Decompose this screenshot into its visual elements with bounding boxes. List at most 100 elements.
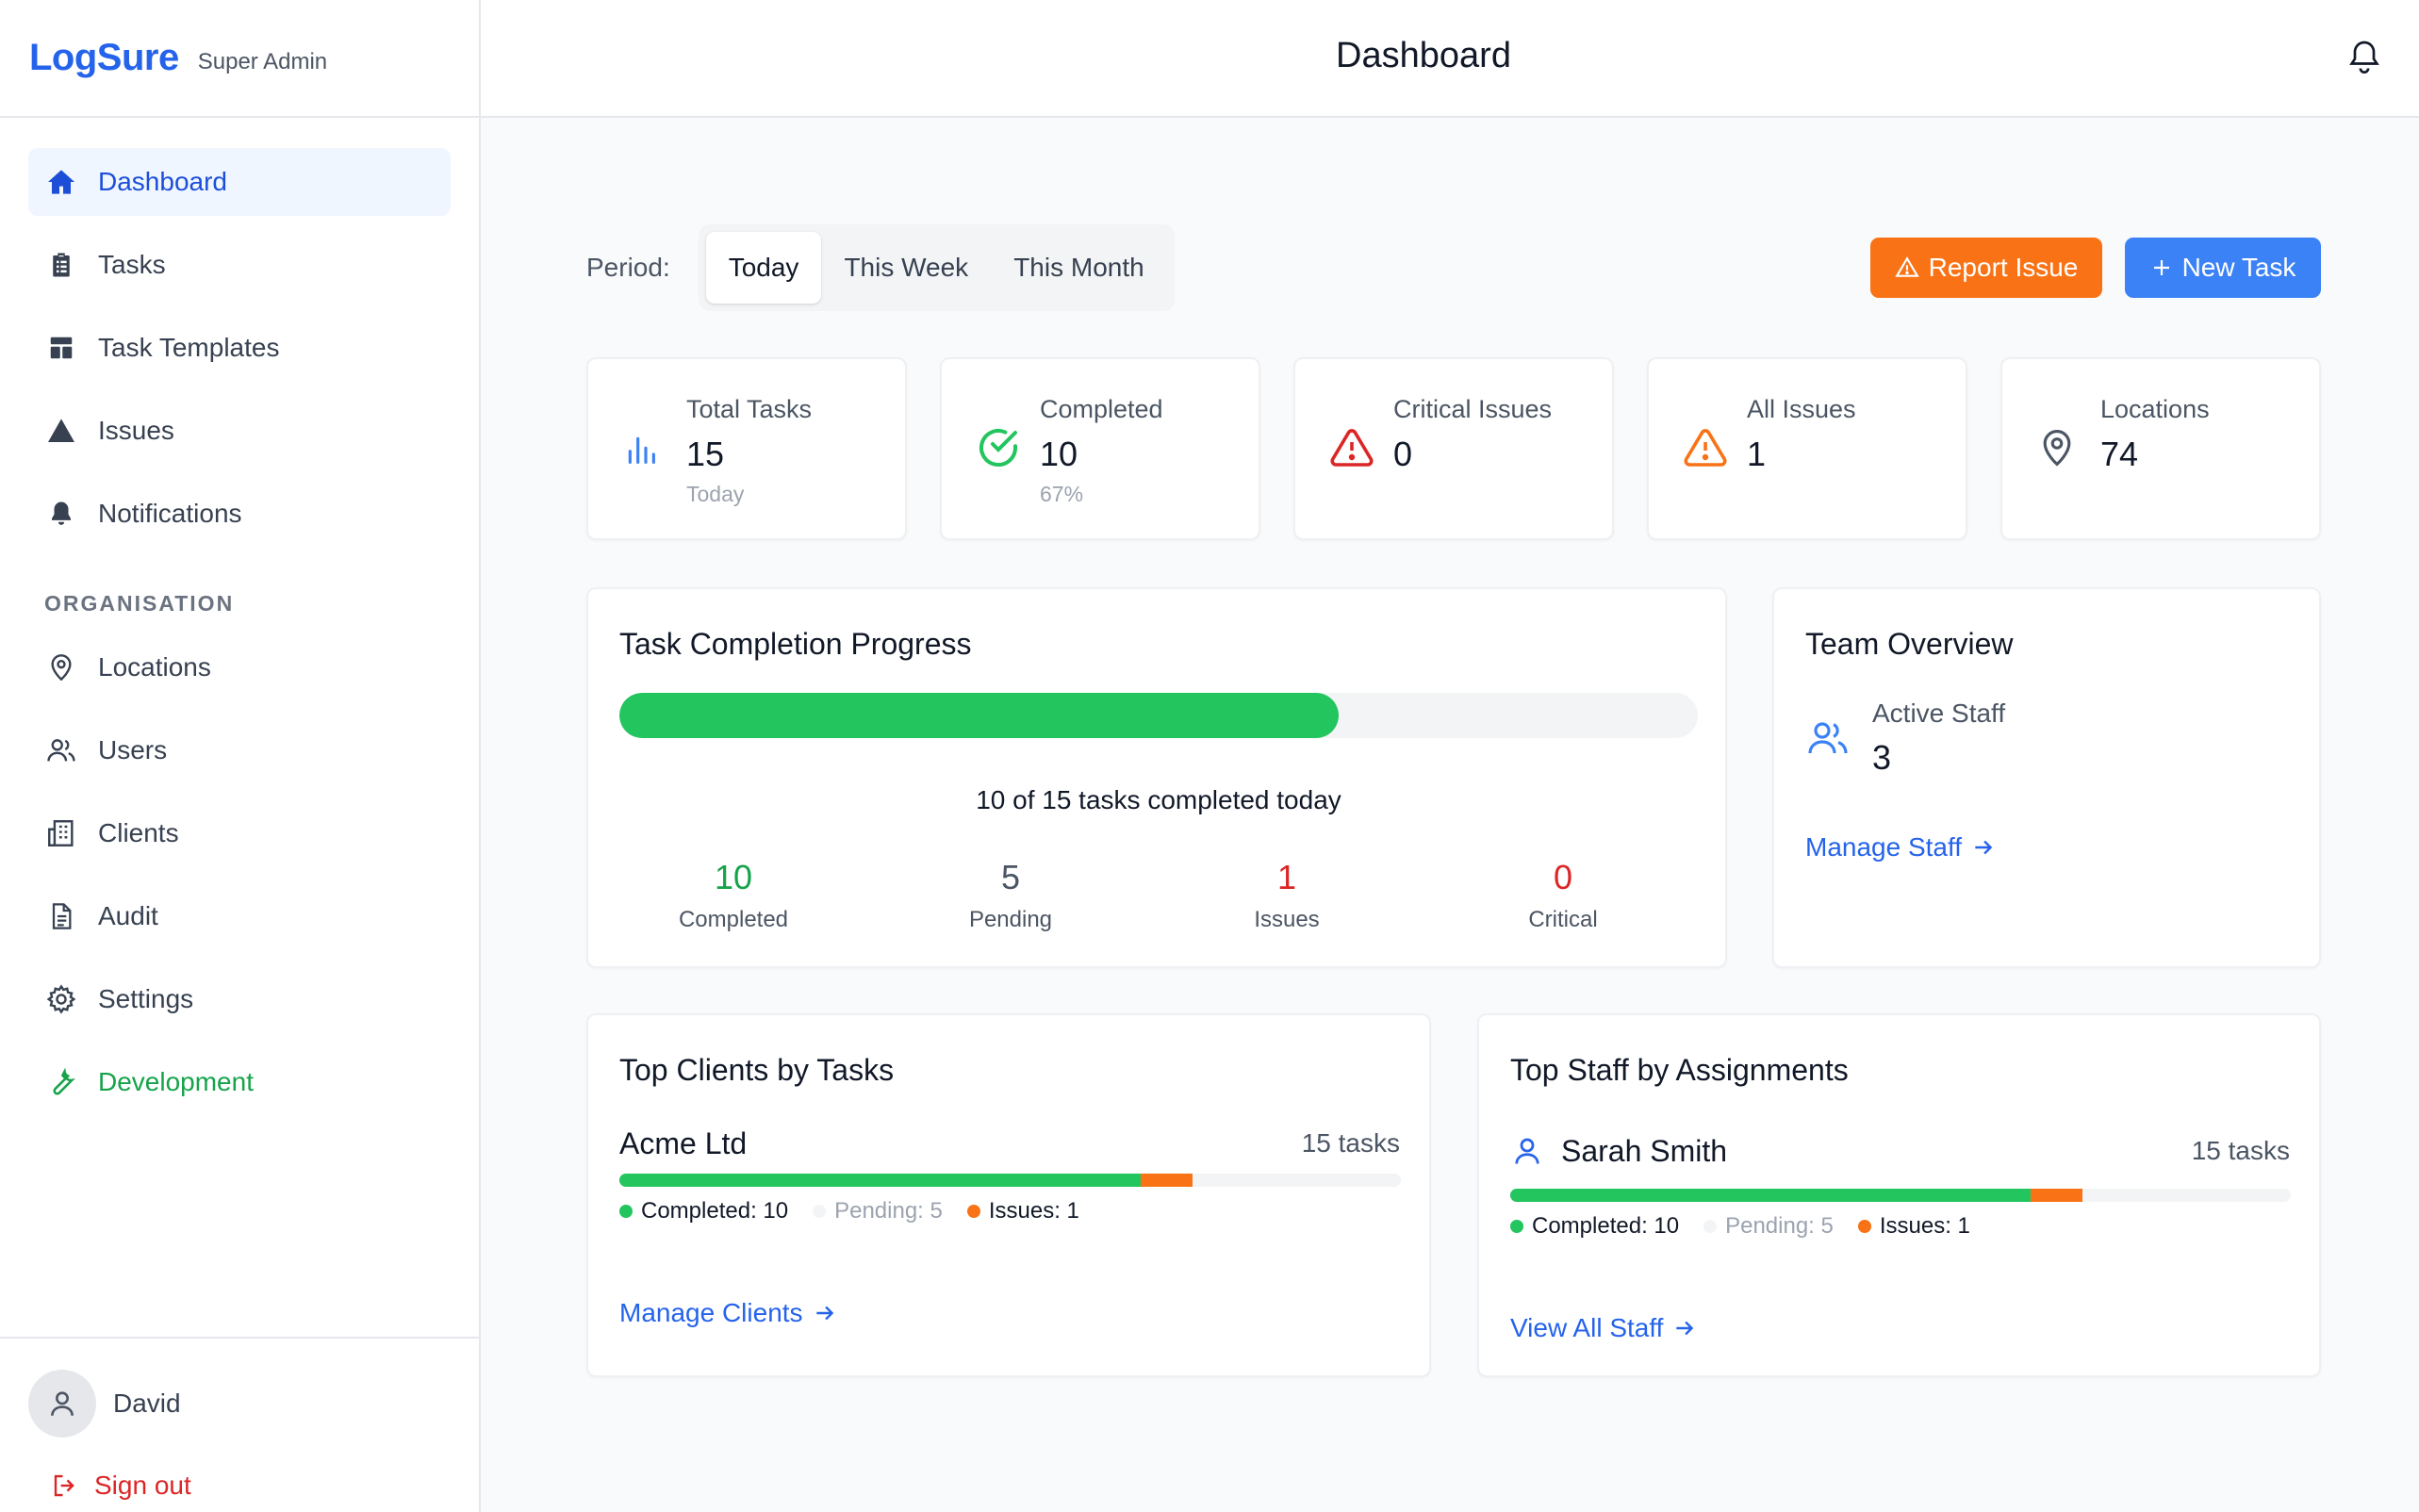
staff-task-count: 15 tasks (2191, 1136, 2290, 1165)
legend-dot (813, 1205, 827, 1218)
legend-pending: Pending: 5 (813, 1198, 943, 1224)
staff-name: Sarah Smith (1561, 1134, 1728, 1168)
stat-label: Locations (2100, 395, 2210, 423)
arrow-right-icon (803, 1301, 837, 1325)
card-title: Top Staff by Assignments (1510, 1053, 1849, 1087)
legend-text: Pending: 5 (834, 1198, 943, 1224)
top-staff-card: Top Staff by Assignments Sarah Smith 15 … (1477, 1013, 2321, 1377)
legend-text: Issues: 1 (988, 1198, 1079, 1224)
map-pin-icon (2036, 425, 2078, 470)
stat-card-all-issues[interactable]: All Issues 1 (1647, 357, 1967, 540)
progress-stat-completed: 10 Completed (639, 858, 828, 933)
bar-issues-segment (1140, 1174, 1193, 1187)
wrench-icon (45, 1066, 77, 1098)
legend-issues: Issues: 1 (966, 1198, 1079, 1224)
report-issue-label: Report Issue (1928, 253, 2079, 282)
manage-staff-link[interactable]: Manage Staff (1805, 832, 1996, 863)
staff-task-bar (1510, 1189, 2291, 1202)
legend-issues: Issues: 1 (1857, 1213, 1970, 1240)
client-name: Acme Ltd (619, 1126, 748, 1160)
active-staff-value: 3 (1872, 738, 1892, 777)
bell-icon[interactable] (2345, 38, 2383, 75)
sidebar-item-label: Dashboard (98, 167, 227, 196)
sidebar-item-task-templates[interactable]: Task Templates (28, 314, 451, 382)
user-icon (1510, 1134, 1544, 1168)
user-role: Super Admin (197, 48, 328, 74)
new-task-button[interactable]: New Task (2125, 238, 2321, 298)
app-logo[interactable]: LogSure (29, 37, 179, 79)
period-option-this-week[interactable]: This Week (821, 232, 991, 304)
sidebar-item-audit[interactable]: Audit (28, 882, 451, 950)
stat-card-locations[interactable]: Locations 74 (2000, 357, 2321, 540)
sidebar-item-label: Tasks (98, 250, 166, 279)
legend-dot (966, 1205, 980, 1218)
manage-clients-label: Manage Clients (619, 1298, 803, 1327)
period-option-this-month[interactable]: This Month (991, 232, 1167, 304)
client-bar-legend: Completed: 10 Pending: 5 Issues: 1 (619, 1198, 1104, 1224)
stat-card-completed[interactable]: Completed 10 67% (940, 357, 1260, 540)
sidebar-item-locations[interactable]: Locations (28, 633, 451, 701)
period-option-today[interactable]: Today (705, 232, 822, 304)
period-label: Period: (586, 253, 670, 282)
sidebar-item-label: Development (98, 1067, 254, 1096)
stat-value: 0 (1393, 435, 1413, 473)
top-header: Dashboard (481, 0, 2419, 118)
stat-label: Total Tasks (686, 395, 813, 423)
sidebar-footer: David Sign out (0, 1337, 479, 1512)
legend-dot (1703, 1220, 1718, 1233)
sidebar-item-tasks[interactable]: Tasks (28, 231, 451, 299)
bar-completed-segment (1510, 1189, 2031, 1202)
sidebar-item-clients[interactable]: Clients (28, 799, 451, 867)
active-staff-label: Active Staff (1872, 698, 2006, 728)
sign-out-label: Sign out (94, 1471, 191, 1500)
bar-issues-segment (2030, 1189, 2083, 1202)
legend-text: Pending: 5 (1725, 1213, 1834, 1239)
view-all-staff-link[interactable]: View All Staff (1510, 1313, 1697, 1343)
progress-stat-label: Critical (1528, 907, 1598, 932)
progress-caption: 10 of 15 tasks completed today (976, 785, 1341, 814)
period-selector: Period: Today This Week This Month (586, 224, 1175, 311)
document-icon (45, 900, 77, 932)
sidebar-item-development[interactable]: Development (28, 1048, 451, 1116)
period-segmented-control: Today This Week This Month (698, 224, 1175, 311)
client-task-count: 15 tasks (1301, 1128, 1400, 1158)
top-clients-card: Top Clients by Tasks Acme Ltd 15 tasks C… (586, 1013, 1431, 1377)
map-pin-icon (45, 651, 77, 683)
legend-dot (1510, 1220, 1523, 1233)
legend-completed: Completed: 10 (619, 1198, 788, 1224)
sidebar-item-notifications[interactable]: Notifications (28, 480, 451, 548)
legend-pending: Pending: 5 (1703, 1213, 1834, 1240)
progress-stat-value: 5 (1000, 858, 1021, 896)
gear-icon (45, 983, 77, 1015)
legend-completed: Completed: 10 (1510, 1213, 1679, 1240)
stat-value: 74 (2100, 435, 2139, 473)
alert-triangle-red-icon (1329, 425, 1374, 470)
report-issue-button[interactable]: Report Issue (1870, 238, 2102, 298)
plus-icon (2150, 256, 2182, 279)
logout-icon (51, 1471, 79, 1500)
stat-card-total-tasks[interactable]: Total Tasks 15 Today (586, 357, 907, 540)
card-title: Team Overview (1805, 627, 2014, 661)
home-icon (45, 166, 77, 198)
bell-icon (45, 498, 77, 530)
arrow-right-icon (1962, 835, 1996, 860)
check-circle-icon (976, 425, 1021, 470)
progress-stat-label: Completed (678, 907, 789, 932)
user-profile[interactable]: David (28, 1370, 181, 1438)
sidebar-item-settings[interactable]: Settings (28, 965, 451, 1033)
manage-clients-link[interactable]: Manage Clients (619, 1298, 837, 1328)
team-overview-card: Team Overview Active Staff 3 Manage Staf… (1772, 587, 2321, 968)
sidebar-item-dashboard[interactable]: Dashboard (28, 148, 451, 216)
task-completion-card: Task Completion Progress 10 of 15 tasks … (586, 587, 1727, 968)
card-title: Top Clients by Tasks (619, 1053, 895, 1087)
building-icon (45, 817, 77, 849)
sidebar-item-issues[interactable]: Issues (28, 397, 451, 465)
clipboard-icon (45, 249, 77, 281)
sidebar-item-users[interactable]: Users (28, 716, 451, 784)
progress-bar (619, 693, 1698, 738)
progress-stat-issues: 1 Issues (1193, 858, 1381, 933)
stat-subtext: Today (686, 482, 745, 506)
progress-stat-label: Pending (968, 907, 1053, 932)
sign-out-button[interactable]: Sign out (51, 1471, 191, 1501)
stat-card-critical-issues[interactable]: Critical Issues 0 (1293, 357, 1614, 540)
